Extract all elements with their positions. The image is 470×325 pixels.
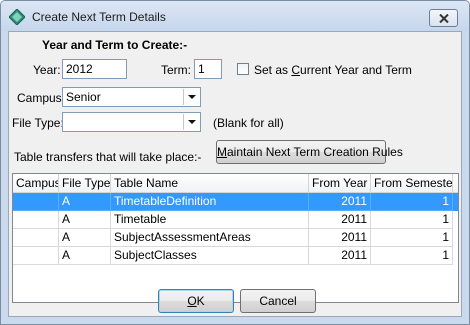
cell-table-name: SubjectAssessmentAreas bbox=[111, 229, 309, 247]
cell-from-semester: 1 bbox=[371, 229, 453, 247]
cell-table-name: SubjectClasses bbox=[111, 247, 309, 265]
column-header-table-name[interactable]: Table Name bbox=[111, 174, 309, 192]
chevron-down-icon[interactable] bbox=[183, 114, 199, 130]
cell-file-type: A bbox=[59, 229, 111, 247]
table-header: Campus File Type Table Name From Year Fr… bbox=[13, 174, 458, 193]
ok-button[interactable]: OK bbox=[158, 289, 234, 313]
maintain-rules-button[interactable]: Maintain Next Term Creation Rules bbox=[216, 140, 403, 164]
cell-file-type: A bbox=[59, 247, 111, 265]
cell-from-year: 2011 bbox=[309, 193, 371, 211]
cell-from-semester: 1 bbox=[371, 247, 453, 265]
cell-file-type: A bbox=[59, 211, 111, 229]
campus-select[interactable]: Senior bbox=[62, 87, 201, 107]
column-header-campus[interactable]: Campus bbox=[13, 174, 59, 192]
campus-label: Campus: bbox=[17, 91, 66, 105]
cell-campus bbox=[13, 229, 59, 247]
cell-from-year: 2011 bbox=[309, 211, 371, 229]
cell-campus bbox=[13, 247, 59, 265]
table-row[interactable]: A TimetableDefinition 2011 1 bbox=[13, 193, 458, 211]
year-input[interactable]: 2012 bbox=[62, 59, 127, 79]
set-current-label[interactable]: Set as Current Year and Term bbox=[254, 63, 412, 77]
cell-from-semester: 1 bbox=[371, 193, 453, 211]
transfers-label: Table transfers that will take place:- bbox=[14, 150, 202, 164]
window-title: Create Next Term Details bbox=[32, 10, 166, 24]
chevron-down-icon[interactable] bbox=[183, 89, 199, 105]
transfers-table: Campus File Type Table Name From Year Fr… bbox=[12, 173, 459, 303]
file-type-select[interactable] bbox=[62, 112, 201, 132]
file-type-hint: (Blank for all) bbox=[213, 116, 284, 130]
diamond-icon bbox=[9, 9, 25, 25]
close-button[interactable] bbox=[429, 9, 458, 27]
cell-file-type: A bbox=[59, 193, 111, 211]
dialog-body: Year and Term to Create:- Year: 2012 Ter… bbox=[8, 31, 462, 317]
campus-select-value: Senior bbox=[66, 90, 101, 104]
section-heading: Year and Term to Create:- bbox=[42, 38, 188, 52]
cell-table-name: TimetableDefinition bbox=[111, 193, 309, 211]
set-current-checkbox[interactable] bbox=[237, 63, 249, 75]
table-row[interactable]: A SubjectAssessmentAreas 2011 1 bbox=[13, 229, 458, 247]
table-row[interactable]: A Timetable 2011 1 bbox=[13, 211, 458, 229]
column-header-file-type[interactable]: File Type bbox=[59, 174, 111, 192]
close-icon bbox=[439, 14, 449, 23]
column-header-from-year[interactable]: From Year bbox=[309, 174, 371, 192]
column-header-from-semester[interactable]: From Semester bbox=[371, 174, 453, 192]
cell-from-year: 2011 bbox=[309, 247, 371, 265]
cancel-button[interactable]: Cancel bbox=[240, 289, 316, 313]
cell-campus bbox=[13, 211, 59, 229]
dialog-window: Create Next Term Details Year and Term t… bbox=[0, 0, 470, 325]
cell-from-semester: 1 bbox=[371, 211, 453, 229]
year-label: Year: bbox=[33, 63, 61, 77]
file-type-label: File Type: bbox=[12, 116, 64, 130]
cell-campus bbox=[13, 193, 59, 211]
cell-table-name: Timetable bbox=[111, 211, 309, 229]
table-row[interactable]: A SubjectClasses 2011 1 bbox=[13, 247, 458, 265]
cell-from-year: 2011 bbox=[309, 229, 371, 247]
title-bar[interactable]: Create Next Term Details bbox=[1, 1, 469, 31]
term-input[interactable]: 1 bbox=[194, 59, 222, 79]
term-label: Term: bbox=[161, 63, 191, 77]
